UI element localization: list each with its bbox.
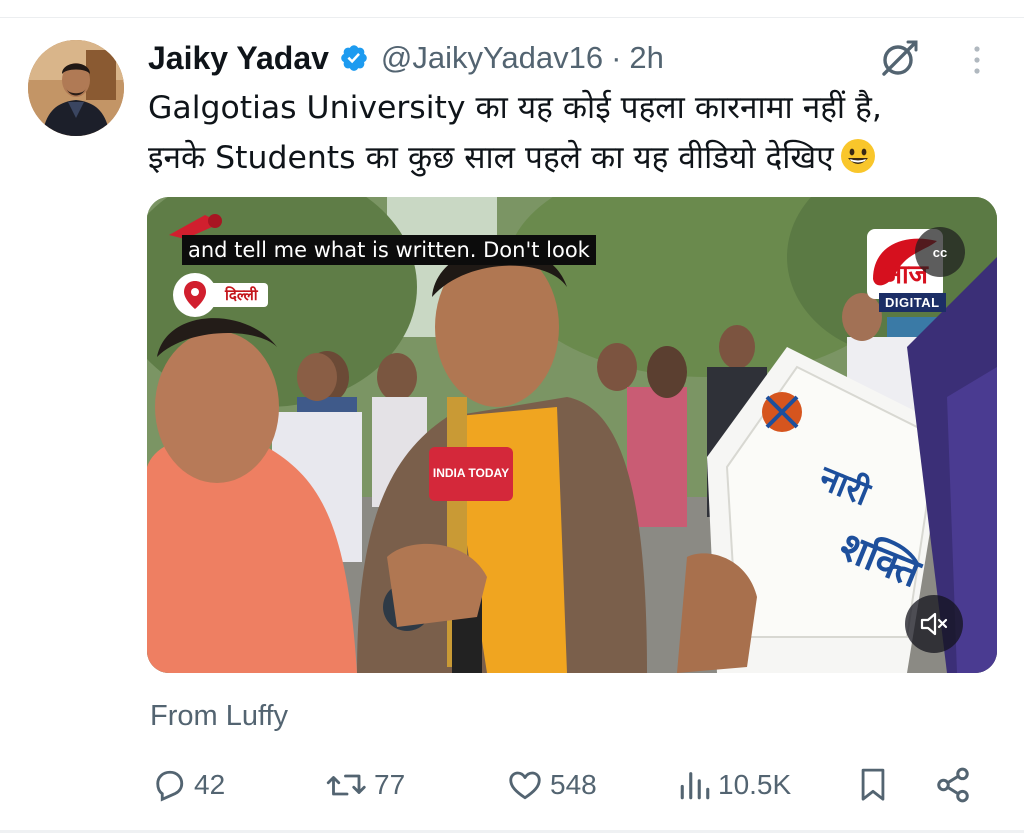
- tweet-text-line-2-text: इनके Students का कुछ साल पहले का यह वीडि…: [148, 140, 834, 176]
- mute-button[interactable]: [905, 595, 963, 653]
- mic-flag-label: INDIA TODAY: [433, 466, 509, 480]
- closed-captions-button[interactable]: cc: [915, 227, 965, 277]
- repost-button[interactable]: 77: [326, 760, 405, 810]
- tweet-source[interactable]: From Luffy: [150, 700, 288, 733]
- author-handle[interactable]: @JaikyYadav16: [381, 40, 603, 76]
- like-button[interactable]: 548: [506, 760, 597, 810]
- like-count: 548: [550, 769, 597, 800]
- bookmark-button[interactable]: [856, 760, 896, 810]
- location-tag: दिल्ली: [173, 273, 268, 317]
- reply-icon: [156, 770, 184, 802]
- repost-count: 77: [374, 769, 406, 800]
- heart-icon: [509, 771, 541, 800]
- author-avatar[interactable]: [28, 40, 124, 136]
- tweet-text-line-2: इनके Students का कुछ साल पहले का यह वीडि…: [148, 138, 876, 178]
- grinning-face-emoji-icon: [840, 139, 875, 173]
- reply-count: 42: [194, 769, 226, 800]
- top-divider: [0, 17, 1024, 18]
- verified-badge-icon: [341, 45, 367, 71]
- views-icon: [680, 772, 710, 800]
- bookmark-icon: [861, 768, 885, 801]
- action-bar: 42 77 548 10.5K: [0, 760, 1024, 810]
- meta-separator: ·: [611, 40, 622, 75]
- more-vertical-icon[interactable]: [966, 44, 988, 76]
- repost-icon: [326, 774, 366, 796]
- tweet-text-line-1: Galgotias University का यह कोई पहला कारन…: [148, 90, 882, 126]
- tweet-timestamp[interactable]: 2h: [629, 40, 663, 76]
- grok-icon[interactable]: [878, 38, 920, 78]
- location-label: दिल्ली: [211, 283, 268, 307]
- share-button[interactable]: [934, 760, 978, 810]
- video-player[interactable]: INDIA TODAY नारी शक्ति and tell me what …: [147, 197, 997, 673]
- tweet-header: Jaiky Yadav @JaikyYadav16 · 2h: [148, 36, 664, 80]
- author-name[interactable]: Jaiky Yadav: [148, 40, 329, 77]
- views-count: 10.5K: [718, 769, 792, 800]
- reply-button[interactable]: 42: [150, 760, 225, 810]
- views-button[interactable]: 10.5K: [678, 760, 791, 810]
- share-icon: [937, 767, 969, 803]
- closed-captions-icon: cc: [932, 244, 948, 260]
- channel-digital-badge: DIGITAL: [879, 293, 946, 312]
- video-subtitle: and tell me what is written. Don't look: [182, 235, 596, 265]
- mute-icon: [920, 612, 948, 636]
